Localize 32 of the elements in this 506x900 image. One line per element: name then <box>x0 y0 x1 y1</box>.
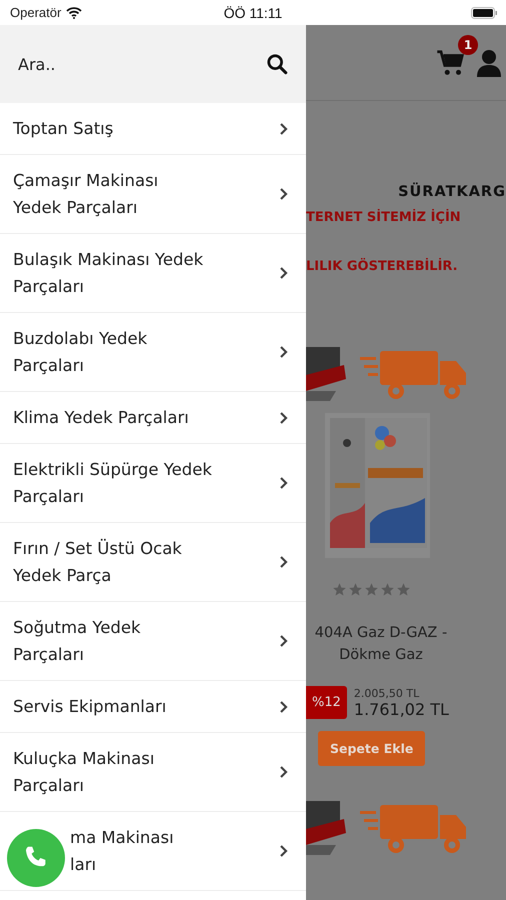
star-icon <box>380 582 395 597</box>
chevron-right-icon <box>279 765 288 779</box>
star-icon <box>396 582 411 597</box>
chevron-right-icon <box>279 345 288 359</box>
price: 1.761,02 TL <box>354 700 449 718</box>
chevron-right-icon <box>279 266 288 280</box>
search-icon[interactable] <box>266 53 288 75</box>
chevron-right-icon <box>279 634 288 648</box>
chevron-right-icon <box>279 700 288 714</box>
product-name: 404A Gaz D-GAZ - Dökme Gaz <box>314 624 448 665</box>
chevron-right-icon <box>279 844 288 858</box>
battery-icon <box>471 6 498 18</box>
search-field[interactable]: Ara.. <box>16 54 266 74</box>
wifi-icon <box>66 6 82 18</box>
user-icon[interactable] <box>476 48 502 76</box>
cart-count-badge: 1 <box>458 34 478 54</box>
chevron-right-icon <box>279 476 288 490</box>
banner-text: LILIK GÖSTEREBİLİR. <box>306 259 459 274</box>
star-icon <box>332 582 347 597</box>
chevron-right-icon <box>279 122 288 136</box>
carrier-name: Operatör <box>10 5 62 20</box>
star-icon <box>348 582 363 597</box>
banner-title: SÜRATKARG <box>397 184 506 200</box>
old-price: 2.005,50 TL <box>354 686 420 700</box>
status-time: ÖÖ 11:11 <box>224 4 282 20</box>
cart-icon[interactable] <box>436 48 466 78</box>
chevron-right-icon <box>279 555 288 569</box>
banner-text: TERNET SİTEMİZ İÇİN <box>306 210 462 225</box>
star-icon <box>364 582 379 597</box>
chevron-right-icon <box>279 187 288 201</box>
chevron-right-icon <box>279 410 288 424</box>
discount-badge: %12 <box>306 686 347 719</box>
